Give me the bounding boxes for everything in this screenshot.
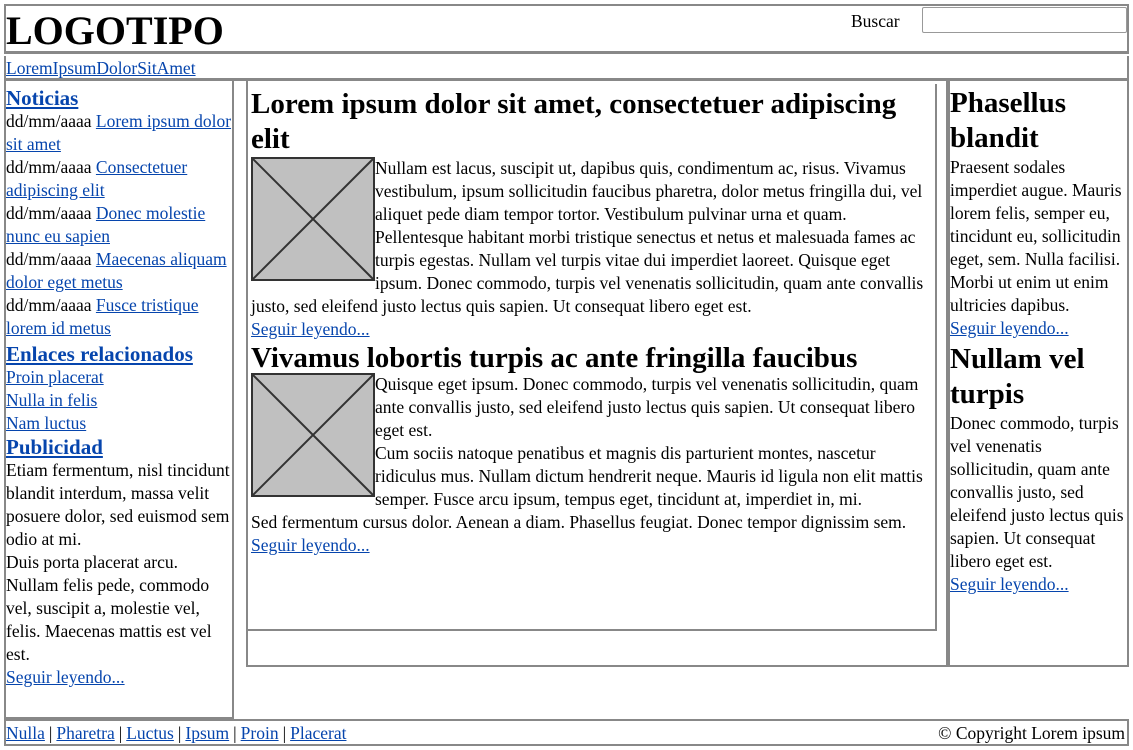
news-date: dd/mm/aaaa	[6, 111, 92, 131]
news-date: dd/mm/aaaa	[6, 295, 92, 315]
related-link[interactable]: Proin placerat	[6, 366, 232, 389]
nav-link[interactable]: LoremIpsumDolorSitAmet	[6, 58, 196, 78]
logo: LOGOTIPO	[6, 8, 224, 53]
right-read-more-link[interactable]: Seguir leyendo...	[950, 574, 1069, 594]
header: LOGOTIPO Buscar	[4, 4, 1129, 54]
ads-text: Etiam fermentum, nisl tincidunt blandit …	[6, 460, 230, 549]
article: Vivamus lobortis turpis ac ante fringill…	[248, 343, 935, 557]
footer-link[interactable]: Nulla	[6, 723, 45, 743]
news-item: dd/mm/aaaa Fusce tristique lorem id metu…	[6, 294, 232, 340]
footer-link[interactable]: Luctus	[126, 723, 174, 743]
ads-read-more-link[interactable]: Seguir leyendo...	[6, 667, 125, 687]
article-read-more-link[interactable]: Seguir leyendo...	[251, 535, 370, 555]
image-placeholder-icon	[251, 157, 375, 281]
footer-links: Nulla | Pharetra | Luctus | Ipsum | Proin | Placer…	[6, 723, 346, 743]
news-item: dd/mm/aaaa Donec molestie nunc eu sapien	[6, 202, 232, 248]
footer-link[interactable]: Pharetra	[56, 723, 114, 743]
article-read-more-link[interactable]: Seguir leyendo...	[251, 319, 370, 339]
footer-separator: |	[48, 723, 53, 743]
related-link[interactable]: Nulla in felis	[6, 389, 232, 412]
footer-link[interactable]: Ipsum	[185, 723, 229, 743]
footer-link[interactable]: Proin	[241, 723, 279, 743]
ads-heading: Publicidad	[6, 435, 232, 459]
main-content: Lorem ipsum dolor sit amet, consectetuer…	[248, 84, 937, 631]
search-input[interactable]	[922, 7, 1127, 33]
article-title: Vivamus lobortis turpis ac ante fringill…	[251, 342, 858, 374]
news-item: dd/mm/aaaa Consectetuer adipiscing elit	[6, 156, 232, 202]
nav-bar: LoremIpsumDolorSitAmet	[4, 56, 1129, 81]
right-block-text: Donec commodo, turpis vel venenatis soll…	[950, 413, 1124, 571]
right-read-more-link[interactable]: Seguir leyendo...	[950, 318, 1069, 338]
news-date: dd/mm/aaaa	[6, 203, 92, 223]
footer: Nulla | Pharetra | Luctus | Ipsum | Proin | Placer…	[4, 719, 1129, 746]
right-block-text: Praesent sodales imperdiet augue. Mauris…	[950, 157, 1122, 315]
news-date: dd/mm/aaaa	[6, 249, 92, 269]
left-sidebar: Noticias dd/mm/aaaa Lorem ipsum dolor si…	[4, 81, 234, 719]
search-label: Buscar	[851, 11, 900, 31]
news-heading-link[interactable]: Noticias	[6, 86, 78, 110]
article-title: Lorem ipsum dolor sit amet, consectetuer…	[251, 88, 897, 155]
news-item: dd/mm/aaaa Maecenas aliquam dolor eget m…	[6, 248, 232, 294]
related-heading: Enlaces relacionados	[6, 342, 232, 366]
right-block-title: Phasellus blandit	[950, 87, 1067, 154]
related-heading-link[interactable]: Enlaces relacionados	[6, 342, 193, 366]
footer-separator: |	[282, 723, 287, 743]
image-placeholder-icon	[251, 373, 375, 497]
news-heading: Noticias	[6, 86, 232, 110]
right-block-title: Nullam vel turpis	[950, 343, 1085, 410]
footer-separator: |	[177, 723, 182, 743]
article-text: Sed fermentum cursus dolor. Aenean a dia…	[251, 512, 907, 532]
news-item: dd/mm/aaaa Lorem ipsum dolor sit amet	[6, 110, 232, 156]
right-sidebar: Phasellus blandit Praesent sodales imper…	[947, 81, 1129, 667]
copyright: © Copyright Lorem ipsum	[938, 723, 1125, 743]
article: Lorem ipsum dolor sit amet, consectetuer…	[248, 84, 935, 341]
related-link[interactable]: Nam luctus	[6, 412, 232, 435]
news-date: dd/mm/aaaa	[6, 157, 92, 177]
footer-link[interactable]: Placerat	[290, 723, 346, 743]
ads-heading-link[interactable]: Publicidad	[6, 435, 103, 459]
ads-text: Duis porta placerat arcu. Nullam felis p…	[6, 552, 212, 664]
footer-separator: |	[233, 723, 237, 743]
footer-separator: |	[118, 723, 123, 743]
